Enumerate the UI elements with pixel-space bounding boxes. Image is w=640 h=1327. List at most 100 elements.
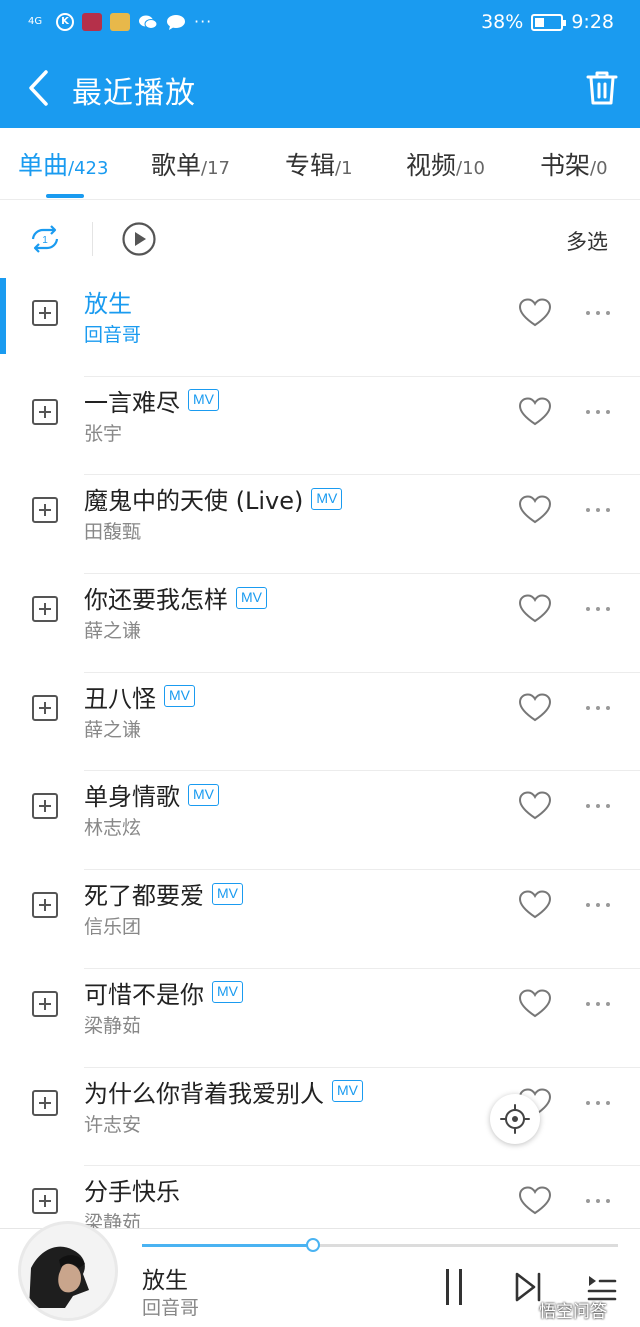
tab-videos[interactable]: 视频/10 bbox=[406, 146, 485, 182]
heart-icon bbox=[518, 890, 552, 919]
add-icon[interactable] bbox=[32, 990, 58, 1017]
back-button[interactable] bbox=[16, 66, 60, 110]
more-options-button[interactable] bbox=[578, 594, 618, 624]
more-notifications-icon: ··· bbox=[194, 12, 213, 31]
song-title: 魔鬼中的天使 (Live) MV bbox=[84, 481, 343, 516]
tab-albums[interactable]: 专辑/1 bbox=[285, 146, 353, 182]
play-all-button[interactable] bbox=[120, 220, 158, 258]
battery-icon bbox=[531, 13, 567, 31]
song-row[interactable]: 一言难尽 MV 张宇 bbox=[0, 376, 640, 476]
song-title-text: 丑八怪 bbox=[84, 684, 156, 713]
favorite-button[interactable] bbox=[516, 691, 554, 725]
favorite-button[interactable] bbox=[516, 789, 554, 823]
heart-icon bbox=[518, 693, 552, 721]
repeat-one-icon: 1 bbox=[31, 225, 59, 253]
add-icon[interactable] bbox=[32, 1188, 58, 1215]
more-options-button[interactable] bbox=[578, 693, 618, 723]
song-row[interactable]: 单身情歌 MV 林志炫 bbox=[0, 771, 640, 871]
song-row[interactable]: 死了都要爱 MV 信乐团 bbox=[0, 870, 640, 969]
mv-badge[interactable]: MV bbox=[236, 586, 267, 609]
category-tabs: 单曲/423 歌单/17 专辑/1 视频/10 书架/0 bbox=[0, 128, 640, 200]
status-icons-left: 4G K ··· bbox=[28, 12, 212, 31]
tab-playlists[interactable]: 歌单/17 bbox=[151, 146, 230, 182]
more-options-button[interactable] bbox=[578, 890, 618, 920]
favorite-button[interactable] bbox=[516, 987, 554, 1021]
play-mode-button[interactable]: 1 bbox=[22, 220, 68, 258]
more-options-button[interactable] bbox=[578, 791, 618, 821]
song-title: 单身情歌 MV bbox=[84, 777, 219, 812]
add-icon[interactable] bbox=[32, 596, 58, 623]
tab-songs[interactable]: 单曲/423 bbox=[18, 146, 108, 182]
mv-badge[interactable]: MV bbox=[212, 882, 243, 905]
tab-label: 视频 bbox=[406, 151, 457, 180]
song-title-text: 一言难尽 bbox=[84, 388, 180, 417]
locate-current-song-button[interactable] bbox=[490, 1094, 540, 1144]
more-options-button[interactable] bbox=[578, 298, 618, 328]
favorite-button[interactable] bbox=[516, 493, 554, 527]
mv-badge[interactable]: MV bbox=[188, 783, 219, 806]
tab-label: 专辑 bbox=[285, 151, 336, 180]
song-title: 丑八怪 MV bbox=[84, 679, 195, 714]
add-icon[interactable] bbox=[32, 300, 58, 326]
pause-button[interactable] bbox=[436, 1267, 472, 1307]
clock: 9:28 bbox=[571, 11, 614, 33]
favorite-button[interactable] bbox=[516, 395, 554, 429]
battery-fill bbox=[535, 17, 545, 27]
more-options-button[interactable] bbox=[578, 1186, 618, 1216]
album-cover[interactable] bbox=[18, 1221, 118, 1321]
watermark: 悟空问答 bbox=[516, 1297, 607, 1322]
song-row[interactable]: 你还要我怎样 MV 薛之谦 bbox=[0, 574, 640, 673]
add-icon[interactable] bbox=[32, 694, 58, 721]
play-circle-icon bbox=[122, 222, 156, 256]
trash-icon bbox=[586, 71, 618, 105]
song-row[interactable]: 可惜不是你 MV 梁静茹 bbox=[0, 968, 640, 1068]
mv-badge[interactable]: MV bbox=[332, 1080, 363, 1102]
progress-bar[interactable] bbox=[142, 1238, 618, 1252]
mv-badge[interactable]: MV bbox=[188, 389, 219, 412]
multi-select-button[interactable]: 多选 bbox=[566, 226, 608, 256]
progress-thumb[interactable] bbox=[306, 1238, 321, 1252]
song-artist: 林志炫 bbox=[84, 817, 142, 840]
song-row[interactable]: 为什么你背着我爱别人 MV 许志安 bbox=[0, 1067, 640, 1167]
song-row[interactable]: 放生 回音哥 bbox=[0, 278, 640, 377]
mv-badge[interactable]: MV bbox=[164, 685, 195, 708]
song-list: 放生 回音哥 一言难尽 MV 张宇 魔鬼中的天使 (Live) MV 田馥甄 你还要… bbox=[0, 278, 640, 1265]
mv-badge[interactable]: MV bbox=[212, 981, 243, 1004]
song-title-text: 分手快乐 bbox=[84, 1178, 180, 1207]
tab-count: /423 bbox=[68, 158, 109, 179]
heart-icon bbox=[518, 989, 552, 1018]
favorite-button[interactable] bbox=[516, 1184, 554, 1218]
clear-history-button[interactable] bbox=[580, 66, 624, 110]
more-options-button[interactable] bbox=[578, 989, 618, 1019]
song-row[interactable]: 丑八怪 MV 薛之谦 bbox=[0, 672, 640, 772]
game-app-icon bbox=[110, 12, 130, 31]
add-icon[interactable] bbox=[32, 892, 58, 919]
mini-player[interactable]: 放生 回音哥 悟空问答 bbox=[0, 1221, 640, 1327]
more-options-button[interactable] bbox=[578, 397, 618, 427]
tab-label: 单曲 bbox=[18, 151, 69, 180]
signal-icon: 4G bbox=[28, 16, 48, 27]
heart-icon bbox=[518, 397, 552, 425]
list-toolbar: 1 多选 bbox=[0, 200, 640, 278]
add-icon[interactable] bbox=[32, 1089, 58, 1116]
more-options-button[interactable] bbox=[578, 495, 618, 525]
favorite-button[interactable] bbox=[516, 888, 554, 922]
song-title-text: 放生 bbox=[84, 290, 132, 318]
more-options-button[interactable] bbox=[578, 1088, 618, 1118]
add-icon[interactable] bbox=[32, 497, 58, 524]
song-title-text: 单身情歌 bbox=[84, 783, 180, 812]
status-icons-right: 38% 9:28 bbox=[481, 11, 614, 33]
song-title-text: 死了都要爱 bbox=[84, 882, 204, 911]
mv-badge[interactable]: MV bbox=[311, 487, 343, 510]
album-art-image bbox=[29, 1238, 107, 1308]
now-playing-artist: 回音哥 bbox=[142, 1297, 200, 1319]
heart-icon bbox=[518, 791, 552, 820]
tab-bookshelf[interactable]: 书架/0 bbox=[540, 146, 608, 182]
favorite-button[interactable] bbox=[516, 592, 554, 626]
song-title: 你还要我怎样 MV bbox=[84, 580, 267, 615]
song-row[interactable]: 魔鬼中的天使 (Live) MV 田馥甄 bbox=[0, 475, 640, 575]
add-icon[interactable] bbox=[32, 793, 58, 820]
add-icon[interactable] bbox=[32, 398, 58, 425]
song-artist: 信乐团 bbox=[84, 916, 142, 939]
favorite-button[interactable] bbox=[516, 296, 554, 330]
